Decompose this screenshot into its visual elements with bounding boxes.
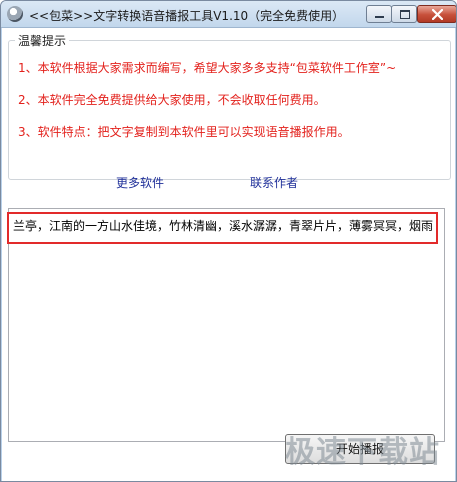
- tip-line-2: 2、本软件完全免费提供给大家使用，不会收取任何费用。: [18, 93, 326, 107]
- highlight-annotation-box: [7, 212, 438, 244]
- tip-line-1: 1、本软件根据大家需求而编写，希望大家多多支持“包菜软件工作室”~: [18, 61, 397, 75]
- tips-group-title: 温馨提示: [15, 32, 70, 49]
- watermark-logo: 极速下载站: [285, 435, 440, 470]
- app-window: <<包菜>>文字转换语音播报工具V1.10（完全免费使用） 温馨提示 1、本软件…: [0, 0, 457, 482]
- app-icon[interactable]: [7, 6, 23, 22]
- more-software-link[interactable]: 更多软件: [116, 174, 164, 191]
- minimize-button[interactable]: [366, 5, 392, 23]
- contact-author-link[interactable]: 联系作者: [250, 174, 298, 191]
- client-area: 温馨提示 1、本软件根据大家需求而编写，希望大家多多支持“包菜软件工作室”~ 2…: [2, 28, 455, 481]
- close-button[interactable]: [417, 5, 456, 23]
- close-icon: [432, 9, 443, 20]
- tip-line-3: 3、软件特点：把文字复制到本软件里可以实现语音播报作用。: [18, 125, 350, 139]
- maximize-button[interactable]: [391, 5, 417, 23]
- window-title: <<包菜>>文字转换语音播报工具V1.10（完全免费使用）: [29, 9, 345, 23]
- tips-group: 温馨提示 1、本软件根据大家需求而编写，希望大家多多支持“包菜软件工作室”~ 2…: [8, 32, 451, 180]
- title-bar[interactable]: <<包菜>>文字转换语音播报工具V1.10（完全免费使用）: [1, 1, 456, 28]
